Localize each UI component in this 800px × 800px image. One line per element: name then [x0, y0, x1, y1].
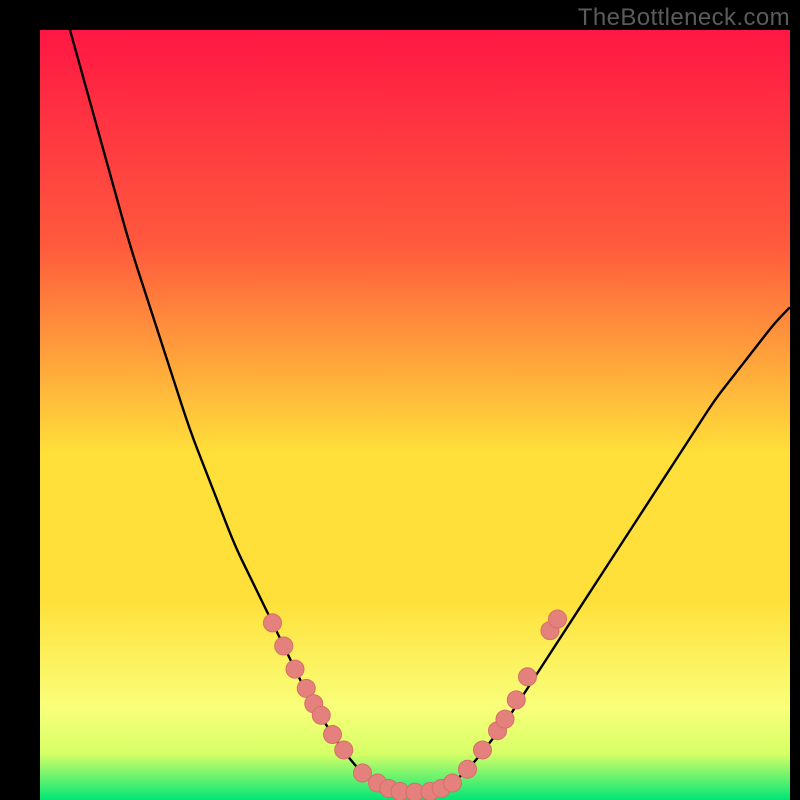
data-marker [519, 668, 537, 686]
data-marker [507, 691, 525, 709]
data-marker [264, 614, 282, 632]
data-marker [496, 710, 514, 728]
gradient-background [40, 30, 790, 800]
data-marker [444, 774, 462, 792]
data-marker [474, 741, 492, 759]
data-marker [549, 610, 567, 628]
chart-svg [40, 30, 790, 800]
plot-area [40, 30, 790, 800]
data-marker [312, 706, 330, 724]
data-marker [324, 726, 342, 744]
chart-frame: TheBottleneck.com [0, 0, 800, 800]
data-marker [275, 637, 293, 655]
data-marker [459, 760, 477, 778]
data-marker [286, 660, 304, 678]
watermark-text: TheBottleneck.com [578, 4, 790, 32]
data-marker [335, 741, 353, 759]
